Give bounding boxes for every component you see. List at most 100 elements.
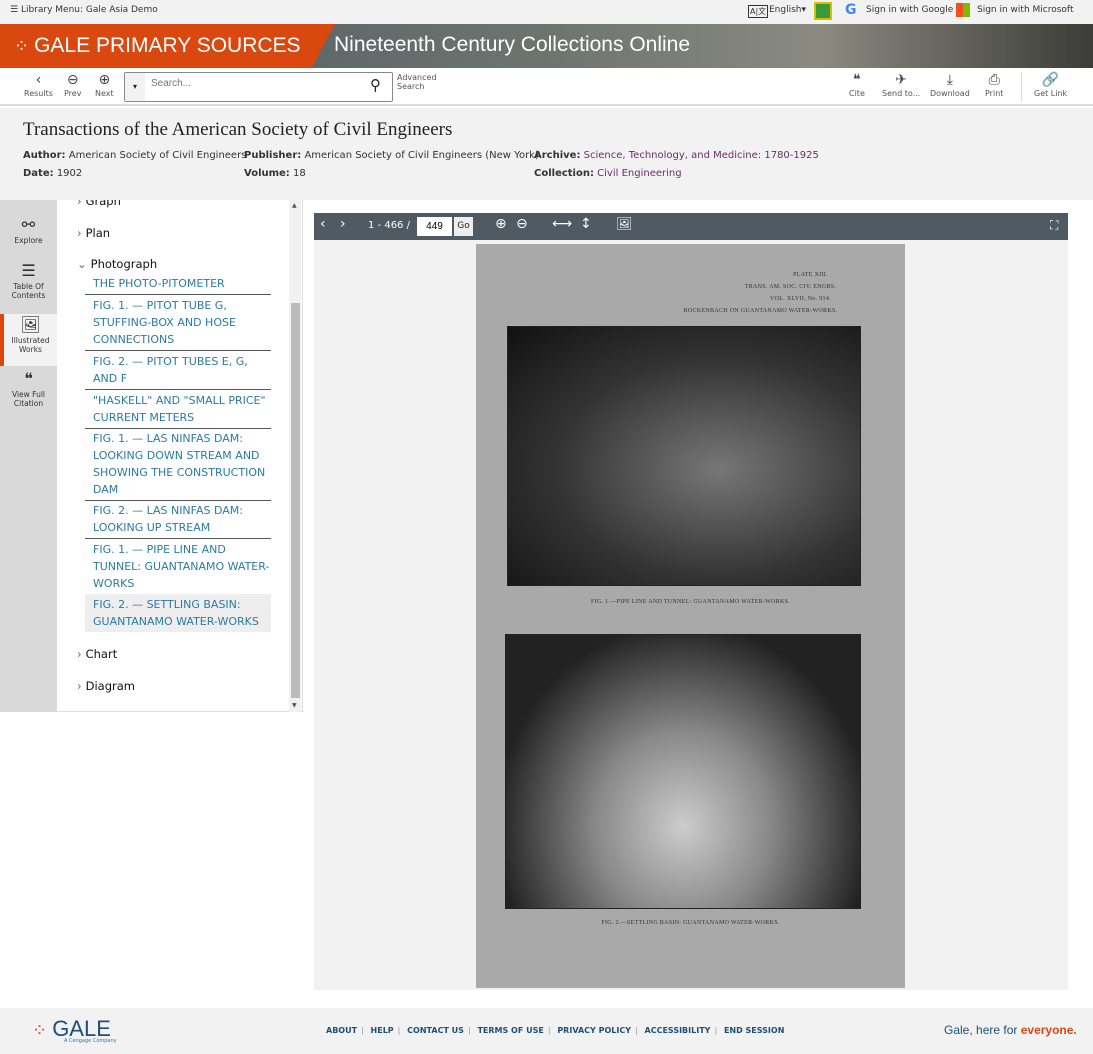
volume-label: Volume: (244, 168, 290, 179)
chevron-right-icon: › (77, 647, 82, 661)
footer-link-help[interactable]: HELP (371, 1026, 394, 1035)
photo-settling-basin (505, 634, 861, 909)
footer-link-privacy[interactable]: PRIVACY POLICY (557, 1026, 631, 1035)
sign-in-microsoft[interactable]: Sign in with Microsoft (977, 5, 1073, 15)
sign-in-google[interactable]: Sign in with Google (866, 5, 953, 15)
scroll-down-icon[interactable]: ▼ (292, 702, 297, 709)
cite-button[interactable]: ❝ Cite (849, 72, 865, 98)
image-icon: 🖼 (20, 315, 41, 334)
download-label: Download (930, 89, 970, 98)
download-button[interactable]: ⤓ Download (930, 72, 970, 98)
volume-value: 18 (293, 168, 306, 179)
toc-item[interactable]: FIG. 2. — LAS NINFAS DAM: LOOKING UP STR… (85, 500, 271, 539)
search-icon[interactable]: ⚲ (370, 76, 381, 94)
archive-link[interactable]: Science, Technology, and Medicine: 1780-… (584, 150, 819, 161)
toc-item[interactable]: FIG. 2. — PITOT TUBES E, G, AND F (85, 351, 271, 390)
language-select[interactable]: English▾ (769, 5, 806, 15)
footer-link-accessibility[interactable]: ACCESSIBILITY (645, 1026, 711, 1035)
footer-link-contact[interactable]: CONTACT US (407, 1026, 464, 1035)
send-label: Send to... (882, 89, 921, 98)
scrollbar-thumb[interactable] (291, 303, 300, 698)
scroll-up-icon[interactable]: ▲ (292, 202, 297, 209)
google-classroom-icon[interactable] (814, 2, 832, 20)
gale-tagline: A Cengage Company (64, 1038, 117, 1044)
get-link-button[interactable]: 🔗 Get Link (1034, 72, 1067, 98)
plate-journal: TRANS. AM. SOC. CIV. ENGRS. (744, 284, 837, 290)
category-diagram[interactable]: › Diagram (77, 679, 135, 693)
footer-slogan: Gale, here for everyone. (944, 1023, 1077, 1037)
footer-link-about[interactable]: ABOUT (326, 1026, 357, 1035)
arrow-left-circle-icon: ⊖ (66, 72, 79, 88)
publisher-value: American Society of Civil Engineers (New… (304, 150, 539, 161)
banner: ⁘ GALE PRIMARY SOURCES Nineteenth Century… (0, 24, 1093, 68)
list-icon: ☰ (21, 261, 36, 280)
image-adjust-icon[interactable]: 🖼 (616, 217, 633, 232)
library-menu-label: Library Menu: Gale Asia Demo (20, 5, 158, 15)
arrow-right-circle-icon: ⊕ (98, 72, 111, 88)
collection-title[interactable]: Nineteenth Century Collections Online (334, 33, 690, 57)
zoom-out-icon[interactable]: ⊖ (516, 216, 528, 232)
divider (1021, 72, 1022, 102)
toc-item[interactable]: FIG. 1. — LAS NINFAS DAM: LOOKING DOWN S… (85, 428, 271, 501)
category-photograph[interactable]: ⌄ Photograph (77, 257, 157, 271)
rail-table-of-contents[interactable]: ☰ Table Of Contents (0, 260, 57, 312)
gale-footer-logo[interactable]: ⁘ GALE A Cengage Company (32, 1016, 117, 1044)
category-graph[interactable]: › Graph (77, 200, 121, 208)
date-value: 1902 (56, 168, 83, 179)
results-button[interactable]: ‹ Results (24, 72, 53, 98)
toc-item[interactable]: FIG. 1. — PIPE LINE AND TUNNEL: GUANTANA… (85, 539, 271, 595)
print-icon: ⎙ (988, 72, 1000, 88)
category-chart[interactable]: › Chart (77, 647, 117, 661)
side-rail: ⚯ Explore ☰ Table Of Contents 🖼 Illustrated… (0, 200, 57, 712)
google-icon: G (845, 2, 857, 18)
print-button[interactable]: ⎙ Print (985, 72, 1003, 98)
collection-label: Collection: (534, 168, 594, 179)
rail-explore[interactable]: ⚯ Explore (0, 214, 57, 266)
toc-item[interactable]: FIG. 1. — PITOT TUBE G, STUFFING-BOX AND… (85, 295, 271, 351)
next-button[interactable]: ⊕ Next (95, 72, 114, 98)
search-scope-dropdown[interactable]: ▾ (125, 73, 145, 101)
author-field: Author: American Society of Civil Engine… (23, 150, 246, 161)
slogan-text: Gale, here for (944, 1023, 1021, 1037)
zoom-in-icon[interactable]: ⊕ (495, 216, 507, 232)
collection-link[interactable]: Civil Engineering (597, 168, 681, 179)
page-number-input[interactable] (417, 217, 452, 236)
advanced-search-link[interactable]: Advanced Search (397, 73, 439, 91)
gale-logo-icon: ⁘ (14, 35, 30, 56)
chevron-left-icon: ‹ (35, 72, 42, 88)
date-label: Date: (23, 168, 54, 179)
toc-item[interactable]: "HASKELL" AND "SMALL PRICE" CURRENT METE… (85, 390, 271, 429)
fit-width-icon[interactable]: ⟷ (552, 216, 572, 232)
footer-link-terms[interactable]: TERMS OF USE (477, 1026, 543, 1035)
language-label: English (769, 5, 802, 15)
fullscreen-icon[interactable]: ⛶ (1050, 218, 1058, 233)
diagram-label: Diagram (85, 679, 135, 693)
archive-label: Archive: (534, 150, 581, 161)
figure-2-caption: FIG. 2.—SETTLING BASIN: GUANTANAMO WATER… (601, 920, 780, 926)
top-bar: ☰ Library Menu: Gale Asia Demo A|文 Engli… (0, 0, 1093, 24)
explore-label: Explore (14, 236, 43, 245)
footer-link-end-session[interactable]: END SESSION (724, 1026, 784, 1035)
quote-icon: ❝ (853, 72, 861, 88)
send-to-button[interactable]: ✈ Send to... (882, 72, 920, 98)
toolbar: ‹Results ⊖Prev ⊕Next ▾ ⚲ Advanced Search… (0, 68, 1093, 106)
photo-pipe-line-tunnel (507, 326, 861, 586)
rail-view-full-citation[interactable]: ❝ View Full Citation (0, 368, 57, 420)
fit-height-icon[interactable]: ↕ (580, 216, 592, 232)
search-input[interactable] (151, 78, 361, 89)
microsoft-icon (956, 3, 970, 17)
category-plan[interactable]: › Plan (77, 226, 110, 240)
prev-button[interactable]: ⊖ Prev (64, 72, 81, 98)
publisher-field: Publisher: American Society of Civil Eng… (244, 150, 539, 161)
library-menu[interactable]: ☰ Library Menu: Gale Asia Demo (10, 5, 158, 15)
next-page-icon[interactable]: › (340, 216, 346, 232)
go-button[interactable]: Go (454, 217, 473, 236)
illustrated-label: Illustrated Works (11, 336, 50, 354)
chevron-right-icon: › (77, 679, 82, 693)
translate-icon: A|文 (748, 5, 769, 18)
rail-illustrated-works[interactable]: 🖼 Illustrated Works (0, 314, 57, 366)
brand-logo[interactable]: ⁘ GALE PRIMARY SOURCES (0, 24, 335, 68)
toc-item-selected[interactable]: FIG. 2. — SETTLING BASIN: GUANTANAMO WAT… (85, 594, 271, 632)
previous-page-icon[interactable]: ‹ (320, 216, 326, 232)
toc-item[interactable]: THE PHOTO-PITOMETER (85, 273, 271, 295)
